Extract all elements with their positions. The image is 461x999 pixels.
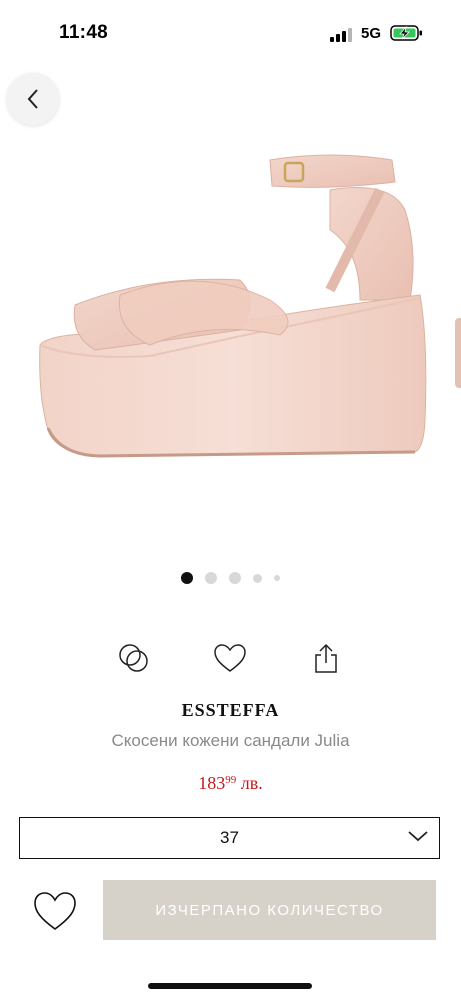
brand-name[interactable]: ESSTEFFA (0, 700, 461, 721)
clock-time: 11:48 (59, 22, 109, 43)
platform-wedge-sandal-image (39, 154, 427, 458)
pagination-dot[interactable] (253, 573, 262, 583)
status-bar: 11:48 5G (0, 0, 461, 68)
cta-label: ИЗЧЕРПАНО КОЛИЧЕСТВО (155, 901, 384, 919)
next-image-peek (455, 318, 461, 388)
chevron-down-icon (408, 831, 428, 842)
pagination-dot-active[interactable] (181, 572, 193, 584)
product-price: 18399 лв. (0, 773, 461, 794)
product-image-gallery[interactable] (0, 68, 461, 568)
size-select[interactable]: 37 (19, 817, 440, 859)
selected-size: 37 (220, 828, 239, 847)
out-of-stock-button[interactable]: ИЗЧЕРПАНО КОЛИЧЕСТВО (103, 880, 436, 940)
pagination-dot[interactable] (274, 575, 280, 581)
heart-icon (214, 644, 246, 672)
battery-charging-icon (390, 25, 422, 41)
add-to-wishlist-button[interactable] (30, 886, 80, 936)
back-button[interactable] (7, 73, 59, 125)
heart-icon (34, 892, 76, 930)
compare-rings-icon (119, 644, 148, 672)
price-main: 183 (198, 773, 226, 793)
cellular-signal-icon (330, 28, 352, 42)
share-button[interactable] (306, 638, 346, 678)
price-cents: 99 (225, 774, 237, 786)
share-icon (315, 643, 337, 673)
pagination-dot[interactable] (205, 572, 217, 584)
network-type: 5G (361, 25, 382, 42)
compare-button[interactable] (114, 638, 154, 678)
wishlist-button[interactable] (210, 638, 250, 678)
pagination-dot[interactable] (229, 572, 241, 584)
price-currency: лв. (236, 773, 263, 793)
product-title: Скосени кожени сандали Julia (111, 731, 350, 750)
home-indicator[interactable] (148, 983, 312, 989)
chevron-left-icon (27, 89, 38, 109)
gallery-pagination (0, 571, 461, 585)
product-actions (0, 638, 461, 678)
